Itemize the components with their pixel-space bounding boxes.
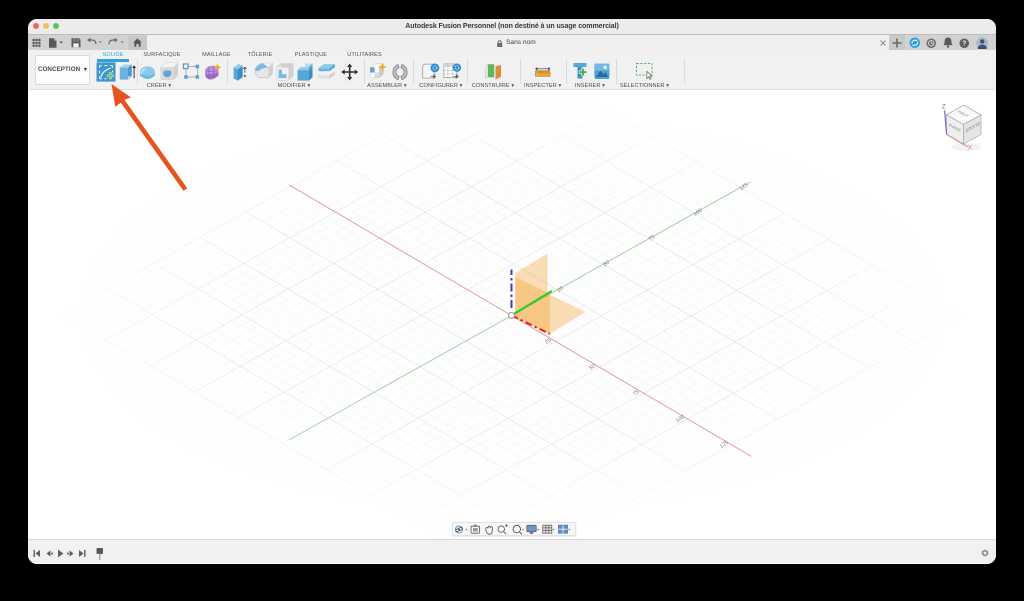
svg-text:Z: Z [942,104,946,111]
svg-text:?: ? [962,40,966,47]
svg-text:X: X [968,144,973,151]
